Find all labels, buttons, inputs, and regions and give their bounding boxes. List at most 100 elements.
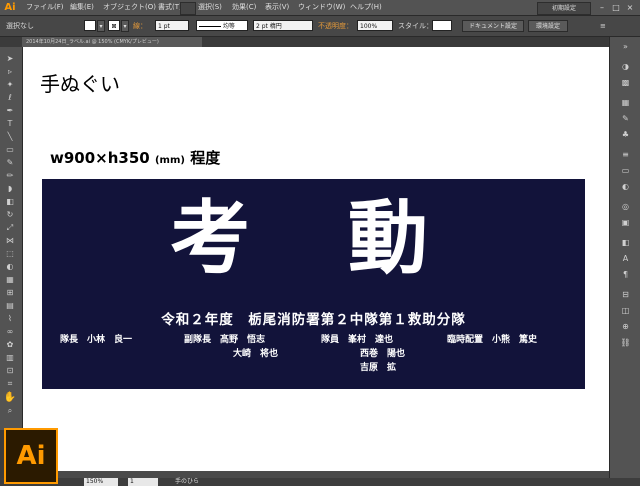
menu-effect[interactable]: 効果(C) — [232, 0, 256, 15]
graphic-styles-icon[interactable]: ▣ — [619, 217, 632, 228]
size-dimensions: w900×h350 — [50, 149, 150, 167]
paragraph-panel-icon[interactable]: ¶ — [619, 269, 632, 280]
menu-select[interactable]: 選択(S) — [198, 0, 222, 15]
member-crew: 隊員 峯村 達也 — [321, 335, 394, 345]
symbols-panel-icon[interactable]: ♣ — [619, 129, 632, 140]
pathfinder-panel-icon[interactable]: ◫ — [619, 305, 632, 316]
stroke-label[interactable]: 線： — [133, 16, 147, 36]
size-approx: 程度 — [190, 149, 221, 167]
document-setup-button[interactable]: ドキュメント設定 — [462, 20, 524, 32]
panel-menu-icon[interactable]: ≡ — [600, 16, 606, 36]
preferences-button[interactable]: 環境設定 — [528, 20, 568, 32]
illustrator-logo: Ai — [4, 428, 58, 484]
bridge-button[interactable] — [180, 2, 196, 15]
align-panel-icon[interactable]: ⊟ — [619, 289, 632, 300]
tenugui-design[interactable]: 考 動 令和２年度 栃尾消防署第２中隊第１救助分隊 隊長 小林 良一 副隊長 髙… — [42, 179, 585, 389]
magic-wand-icon[interactable]: ✦ — [3, 79, 17, 90]
shape-builder-icon[interactable]: ◐ — [3, 261, 17, 272]
menu-help[interactable]: ヘルプ(H) — [350, 0, 382, 15]
gradient-panel-icon[interactable]: ▭ — [619, 165, 632, 176]
opacity-label[interactable]: 不透明度： — [318, 16, 353, 36]
color-guide-icon[interactable]: ▩ — [619, 77, 632, 88]
minimize-icon[interactable]: – — [596, 2, 608, 13]
member-captain: 隊長 小林 良一 — [60, 335, 133, 345]
links-panel-icon[interactable]: ⛓ — [619, 337, 632, 348]
control-bar: 選択なし ▾ ⊠ ▾ 線： 1 pt 均等 2 pt 楕円 不透明度： 100%… — [0, 16, 640, 37]
menu-view[interactable]: 表示(V) — [265, 0, 289, 15]
pencil-icon[interactable]: ✏ — [3, 170, 17, 181]
brush-select[interactable]: 2 pt 楕円 — [253, 20, 313, 31]
zoom-tool-icon[interactable]: ⌕ — [3, 405, 17, 416]
maximize-icon[interactable]: □ — [610, 2, 622, 13]
lasso-icon[interactable]: ℓ — [3, 92, 17, 103]
graph-tool-icon[interactable]: ▥ — [3, 352, 17, 363]
mesh-tool-icon[interactable]: ⊞ — [3, 287, 17, 298]
menu-file[interactable]: ファイル(F) — [26, 0, 64, 15]
brushes-panel-icon[interactable]: ✎ — [619, 113, 632, 124]
stroke-panel-icon[interactable]: ≡ — [619, 149, 632, 160]
stroke-profile-select[interactable]: 均等 — [196, 20, 248, 31]
style-swatch[interactable] — [432, 20, 452, 31]
stroke-dropdown-icon[interactable]: ▾ — [121, 20, 129, 32]
blob-brush-icon[interactable]: ◗ — [3, 183, 17, 194]
member-vice-captain: 副隊長 髙野 悟志 — [184, 335, 266, 345]
size-label: w900×h350 (mm) 程度 — [50, 147, 220, 168]
menu-edit[interactable]: 編集(E) — [70, 0, 94, 15]
big-character-left: 考 — [170, 191, 252, 285]
menu-window[interactable]: ウィンドウ(W) — [298, 0, 345, 15]
hand-tool-icon[interactable]: ✋ — [3, 392, 17, 403]
current-tool-status: 手のひら — [175, 478, 200, 485]
stroke-swatch[interactable]: ⊠ — [108, 20, 120, 31]
layers-panel-icon[interactable]: ◧ — [619, 237, 632, 248]
eyedropper-icon[interactable]: ⌇ — [3, 313, 17, 324]
app-logo: Ai — [4, 2, 16, 13]
stroke-profile-label: 均等 — [222, 23, 235, 30]
appearance-panel-icon[interactable]: ◎ — [619, 201, 632, 212]
artboard-tool-icon[interactable]: ⊡ — [3, 365, 17, 376]
color-panel-icon[interactable]: ◑ — [619, 61, 632, 72]
menu-object[interactable]: オブジェクト(O) — [103, 0, 156, 15]
width-tool-icon[interactable]: ⋈ — [3, 235, 17, 246]
panel-dock: » ◑ ▩ ▦ ✎ ♣ ≡ ▭ ◐ ◎ ▣ ◧ A ¶ ⊟ ◫ ⊕ ⛓ — [609, 37, 640, 478]
style-label: スタイル： — [398, 22, 433, 30]
paintbrush-icon[interactable]: ✎ — [3, 157, 17, 168]
line-tool-icon[interactable]: ╲ — [3, 131, 17, 142]
transparency-panel-icon[interactable]: ◐ — [619, 181, 632, 192]
scale-tool-icon[interactable]: ⤢ — [3, 222, 17, 233]
character-panel-icon[interactable]: A — [619, 253, 632, 264]
horizontal-scrollbar[interactable] — [22, 471, 609, 478]
collapse-panels-icon[interactable]: » — [619, 41, 632, 52]
gradient-tool-icon[interactable]: ▤ — [3, 300, 17, 311]
rotate-tool-icon[interactable]: ↻ — [3, 209, 17, 220]
perspective-grid-icon[interactable]: ▦ — [3, 274, 17, 285]
swatches-panel-icon[interactable]: ▦ — [619, 97, 632, 108]
artboard-number-field[interactable]: 1 — [128, 478, 158, 486]
menu-type[interactable]: 書式(T) — [158, 0, 182, 15]
page-title: 手ぬぐい — [40, 72, 120, 96]
direct-selection-tool-icon[interactable]: ▹ — [3, 66, 17, 77]
unit-name: 令和２年度 栃尾消防署第２中隊第１救助分隊 — [161, 312, 466, 328]
member-vice-second: 大崎 将也 — [233, 349, 279, 359]
close-icon[interactable]: × — [624, 2, 636, 13]
symbol-sprayer-icon[interactable]: ✿ — [3, 339, 17, 350]
workspace-switcher[interactable]: 初期設定 — [537, 2, 591, 15]
document-tab[interactable]: 2014年10月24日_ラベル.ai @ 150% (CMYK/プレビュー) — [22, 37, 202, 47]
rectangle-tool-icon[interactable]: ▭ — [3, 144, 17, 155]
opacity-input[interactable]: 100% — [357, 20, 393, 31]
type-tool-icon[interactable]: T — [3, 118, 17, 129]
stroke-weight-input[interactable]: 1 pt — [155, 20, 189, 31]
member-crew-third: 吉原 拡 — [360, 363, 397, 373]
transform-panel-icon[interactable]: ⊕ — [619, 321, 632, 332]
free-transform-icon[interactable]: ⬚ — [3, 248, 17, 259]
tools-panel: ➤ ▹ ✦ ℓ ✒ T ╲ ▭ ✎ ✏ ◗ ◧ ↻ ⤢ ⋈ ⬚ ◐ ▦ ⊞ ▤ … — [0, 47, 23, 430]
size-unit: (mm) — [154, 155, 185, 166]
fill-dropdown-icon[interactable]: ▾ — [97, 20, 105, 32]
member-temporary: 臨時配置 小熊 篤史 — [447, 335, 538, 345]
pen-tool-icon[interactable]: ✒ — [3, 105, 17, 116]
slice-tool-icon[interactable]: ⌗ — [3, 378, 17, 389]
fill-swatch[interactable] — [84, 20, 96, 31]
eraser-icon[interactable]: ◧ — [3, 196, 17, 207]
blend-tool-icon[interactable]: ∞ — [3, 326, 17, 337]
selection-tool-icon[interactable]: ➤ — [3, 53, 17, 64]
zoom-level-field[interactable]: 150% — [84, 478, 118, 486]
